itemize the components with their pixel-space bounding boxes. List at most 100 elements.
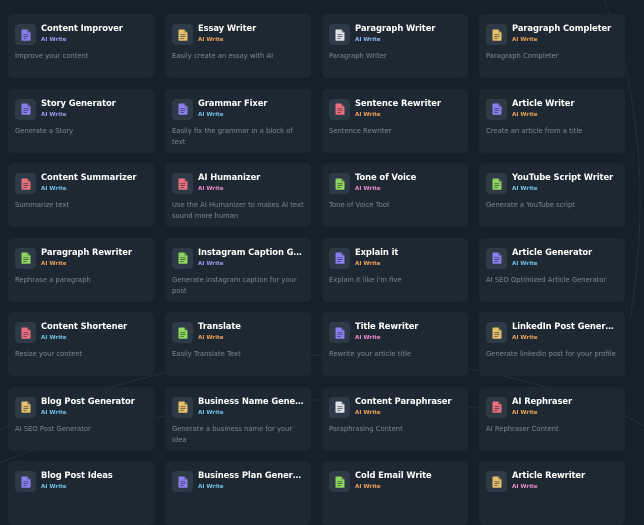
tool-card-text: Essay Writer AI Write [198,23,304,44]
tool-description: Paragraph Writer [329,52,387,60]
document-icon [486,471,507,492]
tool-card[interactable]: Instagram Caption Gener... AI Write Genera… [165,237,311,302]
tool-card[interactable]: LinkedIn Post Generator AI Write Generate … [479,312,625,376]
document-icon [15,471,36,492]
tool-title: Article Generator [512,246,593,257]
tool-description: Paraphrasing Content [329,424,403,433]
tool-title: Story Generator [41,97,116,108]
tool-category-tag: AI Write [41,409,67,416]
tool-description: Paragraph Completer [486,52,559,60]
tool-category-tag: AI Write [41,260,67,267]
tool-card-text: Title Rewriter AI Write [355,321,461,342]
tool-card[interactable]: Title Rewriter AI Write Rewrite your artic… [322,312,468,376]
document-icon [329,322,350,343]
tool-card-text: Business Plan Generator AI Write [198,470,304,491]
document-icon [486,396,507,418]
document-icon [172,471,193,492]
tool-card[interactable]: Essay Writer AI Write Easily create an ess… [165,14,311,78]
tool-card[interactable]: Content Paraphraser AI Write Paraphrasing … [322,386,468,451]
document-icon [329,471,350,492]
tool-card[interactable]: YouTube Script Writer AI Write Generate a … [479,163,625,227]
tool-category-tag: AI Write [355,335,381,341]
tool-title: Sentence Rewriter [355,97,441,108]
tool-description: Generate a YouTube script [486,201,575,209]
document-icon [329,24,350,45]
tool-card[interactable]: Cold Email Write AI Write [322,461,468,525]
tool-category-tag: AI Write [512,335,538,341]
tool-description: Generate linkedin post for your profile [486,350,616,358]
tool-description: AI SEO Optimized Article Generator [486,275,607,284]
tool-category-tag: AI Write [512,186,538,192]
tool-card[interactable]: AI Humanizer AI Write Use the AI Humanizer… [165,163,311,227]
tool-card[interactable]: Paragraph Writer AI Write Paragraph Writer [322,14,468,78]
tool-card[interactable]: Content Shortener AI Write Resize your con… [8,312,154,376]
tool-category-tag: AI Write [512,37,538,43]
tool-card[interactable]: Translate AI Write Easily Translate Text [165,312,311,376]
document-icon [329,247,350,269]
tool-category-tag: AI Write [512,409,538,416]
tool-card-header: Sentence Rewriter AI Write [329,98,461,120]
tool-card-header: Title Rewriter AI Write [329,321,461,343]
tool-category-tag: AI Write [512,260,538,267]
tool-card[interactable]: Explain it AI Write Explain it like i'm fi… [322,237,468,302]
tool-card-text: Cold Email Write AI Write [355,470,461,491]
tool-title: Business Plan Generator [198,470,304,480]
tool-card-text: Sentence Rewriter AI Write [355,98,461,119]
tool-card[interactable]: Tone of Voice AI Write Tone of Voice Tool [322,163,468,227]
tool-title: Tone of Voice [355,172,417,182]
tool-description: Create an article from a title [486,126,583,135]
tool-title: Paragraph Rewriter [41,246,132,257]
tool-card[interactable]: Blog Post Generator AI Write AI SEO Post G… [8,386,154,451]
tool-card-text: Content Shortener AI Write [41,321,147,342]
tool-card-header: Explain it AI Write [329,247,461,269]
tool-category-tag: AI Write [41,37,67,43]
tool-card[interactable]: AI Rephraser AI Write AI Rephraser Content [479,386,625,451]
tool-card[interactable]: Paragraph Rewriter AI Write Rephrase a par… [8,237,154,302]
tool-category-tag: AI Write [355,186,381,192]
tool-category-tag: AI Write [198,260,224,267]
tool-card-text: Explain it AI Write [355,247,461,268]
tool-card[interactable]: Article Generator AI Write AI SEO Optimize… [479,237,625,302]
tool-card-text: Paragraph Writer AI Write [355,23,461,44]
tool-title: YouTube Script Writer [512,172,614,182]
document-icon [486,247,507,269]
tool-description: Easily Translate Text [172,350,241,358]
tool-card[interactable]: Story Generator AI Write Generate a Story [8,88,154,153]
tool-card[interactable]: Business Name Generator AI Write Generate … [165,386,311,451]
tool-card-header: Story Generator AI Write [15,98,147,120]
tool-card[interactable]: Paragraph Completer AI Write Paragraph Com… [479,14,625,78]
tool-description: Generate instagram caption for your post [172,275,297,295]
tool-card-header: Paragraph Completer AI Write [486,23,618,45]
tool-description: AI Rephraser Content [486,424,559,433]
tool-description: Explain it like i'm five [329,275,402,284]
tool-title: Instagram Caption Gener... [198,246,304,257]
tool-card[interactable]: Article Writer AI Write Create an article … [479,88,625,153]
tool-card[interactable]: Content Summarizer AI Write Summarize text [8,163,154,227]
tool-card[interactable]: Content Improver AI Write Improve your con… [8,14,154,78]
tool-title: Grammar Fixer [198,97,268,108]
tool-description: Rewrite your article title [329,350,412,358]
tool-card-text: LinkedIn Post Generator AI Write [512,321,618,342]
tool-card-text: Article Writer AI Write [512,98,618,119]
tool-card-header: Blog Post Generator AI Write [15,396,147,418]
tool-card-text: Instagram Caption Gener... AI Write [198,247,304,268]
document-icon [15,24,36,45]
tool-card-header: Paragraph Rewriter AI Write [15,247,147,269]
tool-card-text: Paragraph Completer AI Write [512,23,618,44]
tool-card-header: Article Writer AI Write [486,98,618,120]
tool-card[interactable]: Business Plan Generator AI Write [165,461,311,525]
tool-card-text: AI Humanizer AI Write [198,172,304,193]
tool-card[interactable]: Sentence Rewriter AI Write Sentence Rewrit… [322,88,468,153]
tool-category-tag: AI Write [198,335,224,341]
tool-card[interactable]: Grammar Fixer AI Write Easily fix the gram… [165,88,311,153]
tool-category-tag: AI Write [41,186,67,192]
tool-card[interactable]: Blog Post Ideas AI Write [8,461,154,525]
tool-category-tag: AI Write [355,37,381,43]
tool-description: Easily fix the grammar in a block of tex… [172,126,293,146]
tool-description: Resize your content [15,350,83,358]
tool-title: Content Paraphraser [355,395,452,406]
tool-description: Tone of Voice Tool [329,201,389,209]
tool-title: Translate [198,321,241,331]
document-icon [486,173,507,194]
tool-card[interactable]: Article Rewriter AI Write [479,461,625,525]
